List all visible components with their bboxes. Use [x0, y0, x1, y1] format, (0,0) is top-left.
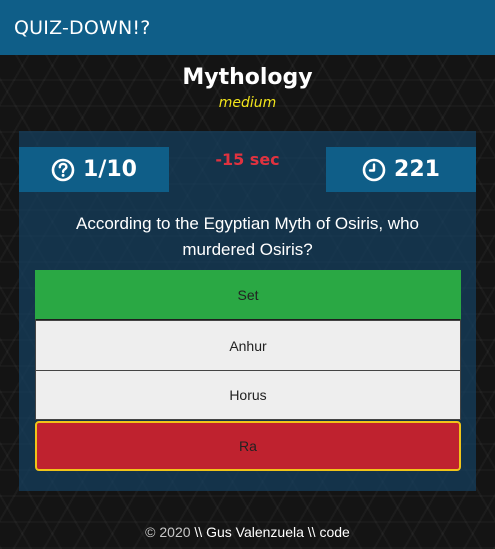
- quiz-header: Mythology medium: [0, 62, 495, 112]
- answer-option-anhur[interactable]: Anhur: [35, 320, 461, 370]
- progress-counter: 1/10: [83, 157, 137, 182]
- footer: © 2020 \\ Gus Valenzuela \\ code: [0, 524, 495, 540]
- navbar: QUIZ-DOWN!?: [0, 0, 495, 55]
- question-text: According to the Egyptian Myth of Osiris…: [76, 214, 419, 259]
- time-penalty: -15 sec: [215, 150, 280, 169]
- difficulty-label: medium: [218, 95, 277, 111]
- answer-label: Horus: [229, 387, 267, 403]
- brand-title[interactable]: QUIZ-DOWN!?: [14, 17, 151, 39]
- category-title: Mythology: [182, 65, 313, 90]
- author-credit-link[interactable]: \\ Gus Valenzuela \\ code: [194, 524, 349, 540]
- answer-label: Anhur: [229, 337, 267, 354]
- quiz-card: 1/10 -15 sec 221 According to the Egypti…: [19, 131, 476, 491]
- answer-option-set[interactable]: Set: [35, 270, 461, 320]
- question-circle-icon: [51, 158, 75, 182]
- timer-box: 221: [326, 147, 476, 192]
- answer-list: Set Anhur Horus Ra: [35, 270, 461, 471]
- answer-label: Set: [237, 287, 259, 303]
- answer-option-horus[interactable]: Horus: [35, 370, 461, 420]
- answer-label: Ra: [239, 438, 257, 454]
- answer-option-ra[interactable]: Ra: [35, 421, 461, 471]
- timer-value: 221: [394, 157, 440, 182]
- clock-icon: [362, 158, 386, 182]
- progress-box: 1/10: [19, 147, 169, 192]
- copyright-text: © 2020: [145, 524, 191, 540]
